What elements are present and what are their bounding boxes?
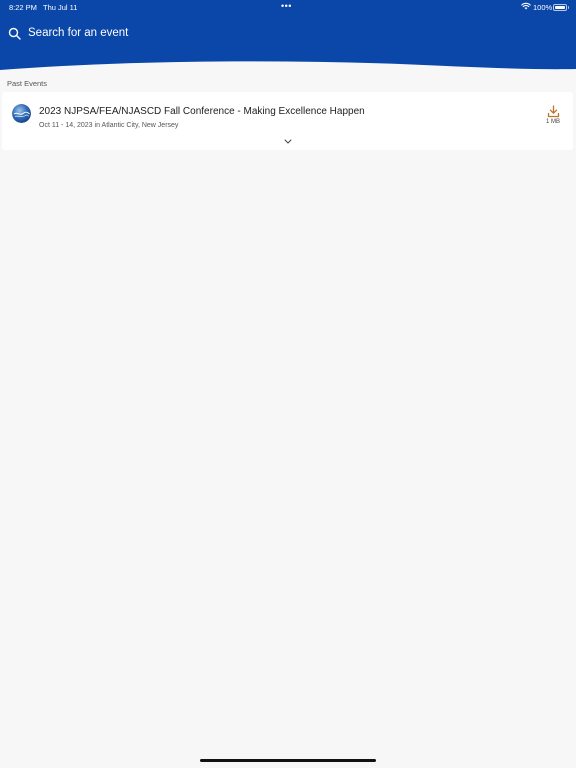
status-time: 8:22 PM xyxy=(9,3,37,12)
chevron-down-icon[interactable] xyxy=(284,139,292,144)
event-card[interactable]: 2023 NJPSA/FEA/NJASCD Fall Conference - … xyxy=(2,92,573,150)
event-title: 2023 NJPSA/FEA/NJASCD Fall Conference - … xyxy=(39,106,365,117)
search-bar[interactable]: Search for an event xyxy=(8,24,128,42)
home-indicator[interactable] xyxy=(200,759,376,762)
multitasking-dots[interactable]: ••• xyxy=(281,1,292,11)
status-bar: 8:22 PM Thu Jul 11 ••• 100% xyxy=(0,0,576,14)
wifi-icon xyxy=(521,2,531,10)
app-screen: 8:22 PM Thu Jul 11 ••• 100% Search for a… xyxy=(0,0,576,768)
battery-percent: 100% xyxy=(533,3,553,12)
download-button[interactable]: 1 MB xyxy=(542,105,564,125)
event-subtitle: Oct 11 - 14, 2023 in Atlantic City, New … xyxy=(39,122,179,129)
event-logo xyxy=(12,104,31,123)
header-wave xyxy=(0,61,576,82)
search-input[interactable]: Search for an event xyxy=(28,27,128,39)
search-icon xyxy=(8,27,21,40)
download-icon xyxy=(547,105,559,118)
status-date: Thu Jul 11 xyxy=(43,3,78,12)
download-size: 1 MB xyxy=(545,119,560,125)
battery-icon xyxy=(553,4,569,11)
section-title-past-events: Past Events xyxy=(7,79,48,88)
